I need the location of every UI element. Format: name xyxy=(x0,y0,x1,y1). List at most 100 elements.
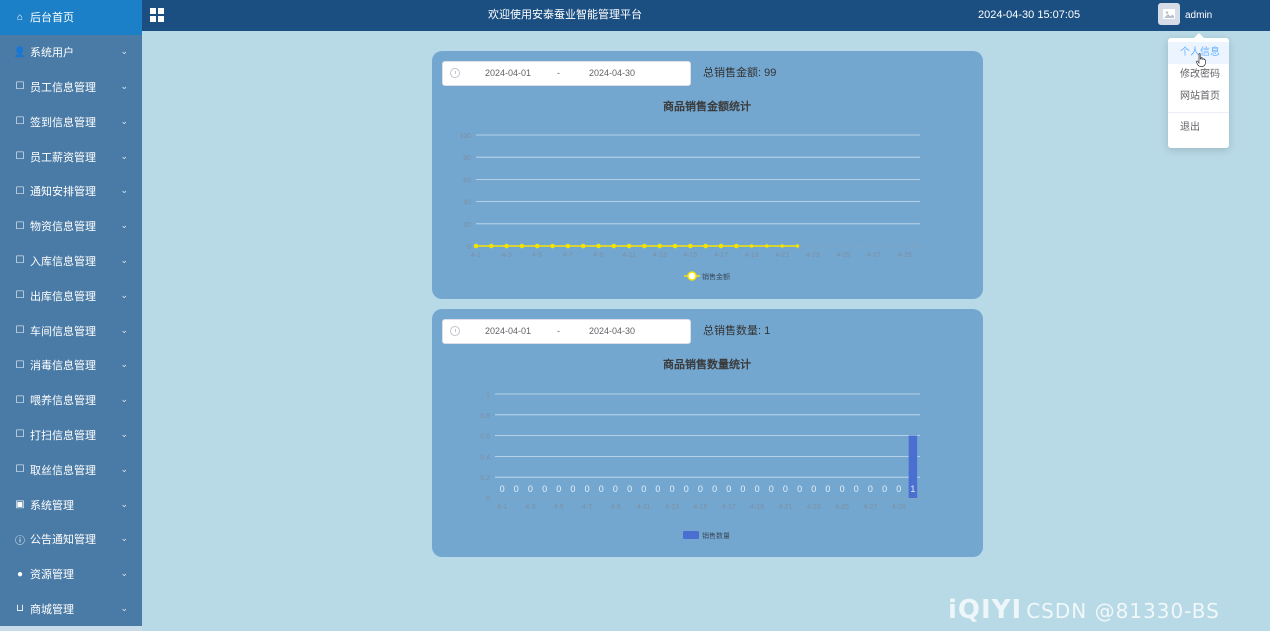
x-tick-label: 4-19 xyxy=(745,252,759,259)
bar-data-label: 0 xyxy=(868,484,873,494)
sidebar-item[interactable]: ▣ 系统管理 ⌄ xyxy=(0,487,142,522)
y-tick-label: 0.8 xyxy=(480,413,490,420)
bar-data-label: 0 xyxy=(712,484,717,494)
bar-data-label: 0 xyxy=(854,484,859,494)
bar-data-label: 0 xyxy=(613,484,618,494)
avatar-image-icon[interactable] xyxy=(1158,3,1180,25)
home-icon: ⌂ xyxy=(16,11,24,23)
bar-data-label: 0 xyxy=(882,484,887,494)
data-point xyxy=(580,243,586,249)
sidebar-item[interactable]: ☐ 车间信息管理 ⌄ xyxy=(0,313,142,348)
sidebar-item-label: 后台首页 xyxy=(30,12,74,25)
sidebar-item-label: 通知安排管理 xyxy=(30,186,96,199)
bar-data-label: 0 xyxy=(840,484,845,494)
x-tick-label: 4-7 xyxy=(582,504,592,511)
y-tick-label: 100 xyxy=(459,133,471,140)
bar-data-label: 0 xyxy=(670,484,675,494)
sidebar-item[interactable]: ⌂ 后台首页 xyxy=(0,0,142,35)
chevron-down-icon: ⌄ xyxy=(120,394,128,405)
data-point xyxy=(795,244,800,248)
bar-data-label: 0 xyxy=(500,484,505,494)
data-point xyxy=(611,243,617,249)
sidebar-item[interactable]: ● 资源管理 ⌄ xyxy=(0,557,142,592)
chevron-down-icon: ⌄ xyxy=(120,80,128,91)
hand-cursor-icon xyxy=(1196,53,1206,67)
cart-icon: ⊔ xyxy=(16,603,24,615)
sidebar-item[interactable]: ⊔ 商城管理 ⌄ xyxy=(0,592,142,627)
sidebar-item[interactable]: ☐ 物资信息管理 ⌄ xyxy=(0,209,142,244)
sidebar-item-label: 资源管理 xyxy=(30,569,74,582)
data-point xyxy=(534,243,540,249)
sidebar-item[interactable]: ☐ 入库信息管理 ⌄ xyxy=(0,244,142,279)
sidebar-item[interactable]: ☐ 通知安排管理 ⌄ xyxy=(0,174,142,209)
data-point xyxy=(489,243,494,249)
x-tick-label: 4-29 xyxy=(892,504,906,511)
user-icon: 👤 xyxy=(13,46,27,58)
bar-data-label: 0 xyxy=(599,484,604,494)
doc-icon: ☐ xyxy=(15,464,25,476)
x-tick-label: 4-15 xyxy=(683,252,697,259)
sidebar-item-label: 系统用户 xyxy=(30,47,74,60)
chevron-down-icon: ⌄ xyxy=(120,115,128,126)
sidebar-item[interactable]: ☐ 员工薪资管理 ⌄ xyxy=(0,139,142,174)
chevron-down-icon: ⌄ xyxy=(120,324,128,335)
sidebar-item-label: 消毒信息管理 xyxy=(30,360,96,373)
sidebar-item-label: 喂养信息管理 xyxy=(30,395,96,408)
sidebar-item[interactable]: ☐ 喂养信息管理 ⌄ xyxy=(0,383,142,418)
sidebar-item[interactable]: ☐ 员工信息管理 ⌄ xyxy=(0,70,142,105)
chevron-down-icon: ⌄ xyxy=(120,289,128,300)
bar-data-label: 0 xyxy=(641,484,646,494)
sidebar-item[interactable]: ☐ 取丝信息管理 ⌄ xyxy=(0,452,142,487)
sidebar-item-label: 打扫信息管理 xyxy=(30,429,96,442)
sidebar-item[interactable]: ☐ 消毒信息管理 ⌄ xyxy=(0,348,142,383)
data-point xyxy=(733,243,739,249)
data-point xyxy=(565,243,571,249)
bar-data-label: 0 xyxy=(797,484,802,494)
data-point xyxy=(672,243,678,249)
sidebar-item[interactable]: 👤 系统用户 ⌄ xyxy=(0,35,142,70)
sidebar-item[interactable]: ☐ 打扫信息管理 ⌄ xyxy=(0,418,142,453)
x-tick-label: 4-1 xyxy=(497,504,507,511)
sidebar-item-label: 系统管理 xyxy=(30,499,74,512)
header-username[interactable]: admin xyxy=(1185,0,1212,31)
x-tick-label: 4-19 xyxy=(750,504,764,511)
bar-data-label: 0 xyxy=(528,484,533,494)
y-tick-label: 0.4 xyxy=(480,454,490,461)
bar-data-label: 0 xyxy=(655,484,660,494)
y-tick-label: 0.2 xyxy=(480,475,490,482)
data-point xyxy=(626,243,632,249)
chevron-down-icon: ⌄ xyxy=(120,463,128,474)
x-tick-label: 4-17 xyxy=(714,252,728,259)
sidebar-scrollbar[interactable] xyxy=(0,626,142,631)
chevron-down-icon: ⌄ xyxy=(120,498,128,509)
data-point xyxy=(780,244,784,248)
legend-label: 销售金额 xyxy=(702,272,730,281)
bar-data-label: 0 xyxy=(684,484,689,494)
doc-icon: ☐ xyxy=(15,81,25,93)
x-tick-label: 4-17 xyxy=(722,504,736,511)
sidebar-item-label: 取丝信息管理 xyxy=(30,464,96,477)
watermark-text: CSDN @81330-BS xyxy=(1026,599,1220,623)
chevron-down-icon: ⌄ xyxy=(120,46,128,57)
dropdown-item-change-password[interactable]: 修改密码 xyxy=(1168,64,1229,86)
bar-data-label: 0 xyxy=(769,484,774,494)
doc-icon: ☐ xyxy=(15,290,25,302)
dropdown-item-site-home[interactable]: 网站首页 xyxy=(1168,86,1229,108)
sidebar: ⌂ 后台首页 👤 系统用户 ⌄ ☐ 员工信息管理 ⌄ ☐ 签到信息管理 ⌄ ☐ 员工薪资管理 ⌄ ☐ 通知安排… xyxy=(0,0,142,631)
y-tick-label: 20 xyxy=(463,222,471,229)
x-tick-label: 4-11 xyxy=(637,504,651,511)
sidebar-item-label: 车间信息管理 xyxy=(30,325,96,338)
bar-data-label: 0 xyxy=(698,484,703,494)
dropdown-item-logout[interactable]: 退出 xyxy=(1168,117,1229,139)
sidebar-item-label: 入库信息管理 xyxy=(30,255,96,268)
sidebar-item[interactable]: ☐ 出库信息管理 ⌄ xyxy=(0,278,142,313)
sidebar-item[interactable]: ☐ 签到信息管理 ⌄ xyxy=(0,104,142,139)
x-tick-label: 4-23 xyxy=(806,252,820,259)
sidebar-item[interactable]: ⓘ 公告通知管理 ⌄ xyxy=(0,522,142,557)
sales-amount-line-chart: 商品销售金额统计 0 20 40 60 80 100 4-1 4-3 4-5 4-7 4-9 4-11 4… xyxy=(459,99,921,281)
watermark: iQIYI CSDN @81330-BS xyxy=(948,592,1220,629)
chevron-down-icon: ⌄ xyxy=(120,533,128,544)
x-tick-label: 4-5 xyxy=(532,252,542,259)
data-point xyxy=(596,243,601,249)
x-tick-label: 4-5 xyxy=(554,504,564,511)
